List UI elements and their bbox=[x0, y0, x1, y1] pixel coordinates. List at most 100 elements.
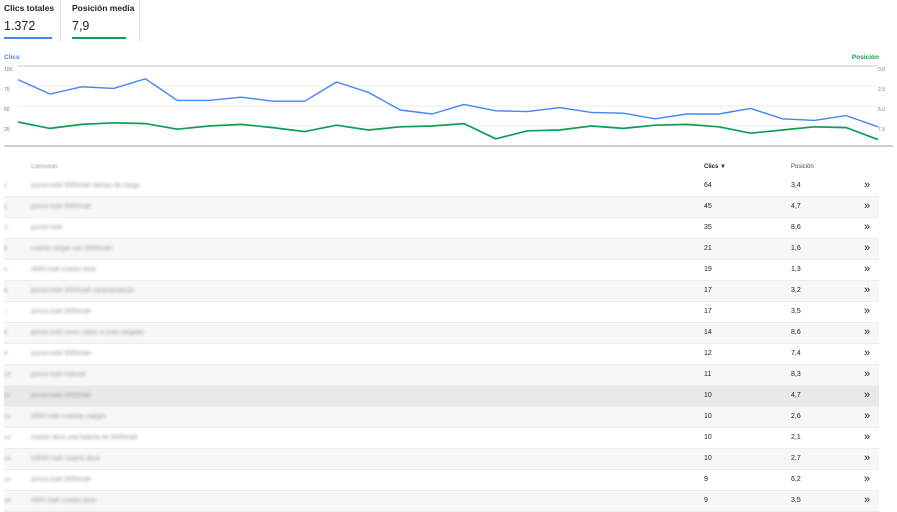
row-clicks: 17 bbox=[704, 287, 712, 294]
table-row[interactable]: 2 pocoo kskt 3000mah 45 4,7 » bbox=[4, 197, 879, 218]
column-header-clicks[interactable]: Clics ▼ bbox=[704, 164, 726, 170]
row-number: 14 bbox=[4, 456, 11, 462]
row-position: 4,7 bbox=[791, 392, 801, 399]
row-number: 4 bbox=[4, 246, 8, 252]
table-row[interactable]: 10 pocoo kskt manual 11 8,3 » bbox=[4, 365, 879, 386]
table-row[interactable]: 8 pocoo kskt como saber si esta cargado 14… bbox=[4, 323, 879, 344]
row-query: pocoo kskt 3300mah bbox=[31, 392, 91, 399]
row-open-icon[interactable]: » bbox=[864, 222, 870, 233]
table-row[interactable]: 1 pocoo kskt 3000mah tiempo de carga 64 3,4… bbox=[4, 176, 879, 197]
row-open-icon[interactable]: » bbox=[864, 348, 870, 359]
row-query: pocoo kskt 3000mah tiempo de carga bbox=[31, 182, 140, 189]
row-number: 16 bbox=[4, 498, 11, 504]
row-clicks: 10 bbox=[704, 455, 712, 462]
row-position: 2,7 bbox=[791, 455, 801, 462]
row-position: 1,6 bbox=[791, 245, 801, 252]
row-open-icon[interactable]: » bbox=[864, 264, 870, 275]
row-position: 3,2 bbox=[791, 287, 801, 294]
row-open-icon[interactable]: » bbox=[864, 390, 870, 401]
row-open-icon[interactable]: » bbox=[864, 369, 870, 380]
row-query: pocoo kskt 3000mah bbox=[31, 476, 91, 483]
table-row[interactable]: 4 cuanto cargar con 3000mah 21 1,6 » bbox=[4, 239, 879, 260]
metric-average-position[interactable]: Posición media 7,9 bbox=[63, 0, 140, 42]
row-open-icon[interactable]: » bbox=[864, 285, 870, 296]
row-query: pocoo kskt manual bbox=[31, 371, 86, 378]
metric-total-clicks-value: 1.372 bbox=[4, 19, 36, 33]
right-tick-label: 7,5 bbox=[878, 127, 885, 133]
row-open-icon[interactable]: » bbox=[864, 432, 870, 443]
row-number: 10 bbox=[4, 372, 11, 378]
right-tick-label: 2,5 bbox=[878, 87, 885, 93]
left-axis-title: Clics bbox=[4, 54, 20, 61]
row-query: 3000 mah cuanto dura bbox=[31, 266, 97, 273]
row-position: 2,6 bbox=[791, 413, 801, 420]
column-header-query[interactable]: Consultas bbox=[31, 164, 58, 170]
row-clicks: 64 bbox=[704, 182, 712, 189]
row-query: pocoo kskt 3000mah caracteristicas bbox=[31, 287, 135, 294]
row-open-icon[interactable]: » bbox=[864, 306, 870, 317]
row-number: 6 bbox=[4, 288, 8, 294]
right-tick-label: 5,0 bbox=[878, 107, 885, 113]
table-row[interactable]: 6 pocoo kskt 3000mah caracteristicas 17 3,2… bbox=[4, 281, 879, 302]
row-position: 7,4 bbox=[791, 350, 801, 357]
row-number: 2 bbox=[4, 204, 8, 210]
row-open-icon[interactable]: » bbox=[864, 201, 870, 212]
row-number: 8 bbox=[4, 330, 8, 336]
metric-average-position-label: Posición media bbox=[72, 3, 135, 13]
table-row[interactable]: 15 pocoo kskt 3000mah 9 6,2 » bbox=[4, 470, 879, 491]
row-clicks: 10 bbox=[704, 413, 712, 420]
row-query: pocoo kskt bbox=[31, 224, 63, 231]
metric-average-position-value: 7,9 bbox=[72, 19, 90, 33]
row-clicks: 19 bbox=[704, 266, 712, 273]
table-row[interactable]: 7 pocoo kskt 3000mah 17 3,5 » bbox=[4, 302, 879, 323]
table-row[interactable]: 14 10000 mah cuanto dura 10 2,7 » bbox=[4, 449, 879, 470]
row-open-icon[interactable]: » bbox=[864, 474, 870, 485]
row-open-icon[interactable]: » bbox=[864, 327, 870, 338]
row-position: 3,4 bbox=[791, 182, 801, 189]
row-query: pocoo kskt 3000mah bbox=[31, 308, 91, 315]
table-body: 1 pocoo kskt 3000mah tiempo de carga 64 3,4… bbox=[4, 176, 879, 512]
table-row[interactable]: 16 3000 mah cuanto dura 9 3,5 » bbox=[4, 491, 879, 512]
row-clicks: 11 bbox=[704, 371, 712, 378]
table-row[interactable]: 3 pocoo kskt 35 8,6 » bbox=[4, 218, 879, 239]
row-query: cuanto dura una bateria de 3000mah bbox=[31, 434, 138, 441]
right-axis-title: Posición bbox=[851, 54, 879, 61]
row-position: 6,2 bbox=[791, 476, 801, 483]
row-query: cuanto cargar con 3000mah bbox=[31, 245, 112, 252]
row-number: 5 bbox=[4, 267, 8, 273]
row-open-icon[interactable]: » bbox=[864, 495, 870, 506]
row-position: 4,7 bbox=[791, 203, 801, 210]
row-query: 3000 mah cuanto dura bbox=[31, 497, 97, 504]
metric-average-position-color-bar bbox=[72, 37, 126, 39]
row-number: 7 bbox=[4, 309, 8, 315]
table-row[interactable]: 5 3000 mah cuanto dura 19 1,3 » bbox=[4, 260, 879, 281]
row-open-icon[interactable]: » bbox=[864, 453, 870, 464]
table-row[interactable]: 12 3000 mah cuantas cargas 10 2,6 » bbox=[4, 407, 879, 428]
row-clicks: 10 bbox=[704, 392, 712, 399]
left-tick-label: 50 bbox=[4, 107, 10, 113]
position-series-line bbox=[17, 121, 879, 141]
row-number: 11 bbox=[4, 393, 11, 399]
row-clicks: 35 bbox=[704, 224, 712, 231]
metric-total-clicks-color-bar bbox=[4, 37, 52, 39]
row-number: 13 bbox=[4, 435, 11, 441]
row-open-icon[interactable]: » bbox=[864, 243, 870, 254]
row-clicks: 10 bbox=[704, 434, 712, 441]
table-row[interactable]: 11 pocoo kskt 3300mah 10 4,7 » bbox=[4, 386, 879, 407]
left-tick-label: 25 bbox=[4, 127, 10, 133]
row-open-icon[interactable]: » bbox=[864, 180, 870, 191]
row-position: 8,6 bbox=[791, 329, 801, 336]
row-query: pocoo kskt 3000mah bbox=[31, 350, 91, 357]
row-clicks: 14 bbox=[704, 329, 712, 336]
row-query: pocoo kskt 3000mah bbox=[31, 203, 91, 210]
row-clicks: 45 bbox=[704, 203, 712, 210]
row-open-icon[interactable]: » bbox=[864, 411, 870, 422]
metric-total-clicks[interactable]: Clics totales 1.372 bbox=[0, 0, 61, 42]
table-row[interactable]: 13 cuanto dura una bateria de 3000mah 10 2,… bbox=[4, 428, 879, 449]
column-header-position[interactable]: Posición bbox=[791, 164, 814, 170]
row-position: 2,1 bbox=[791, 434, 801, 441]
table-row[interactable]: 9 pocoo kskt 3000mah 12 7,4 » bbox=[4, 344, 879, 365]
row-query: 3000 mah cuantas cargas bbox=[31, 413, 106, 420]
row-position: 8,3 bbox=[791, 371, 801, 378]
left-tick-label: 100 bbox=[4, 67, 13, 73]
